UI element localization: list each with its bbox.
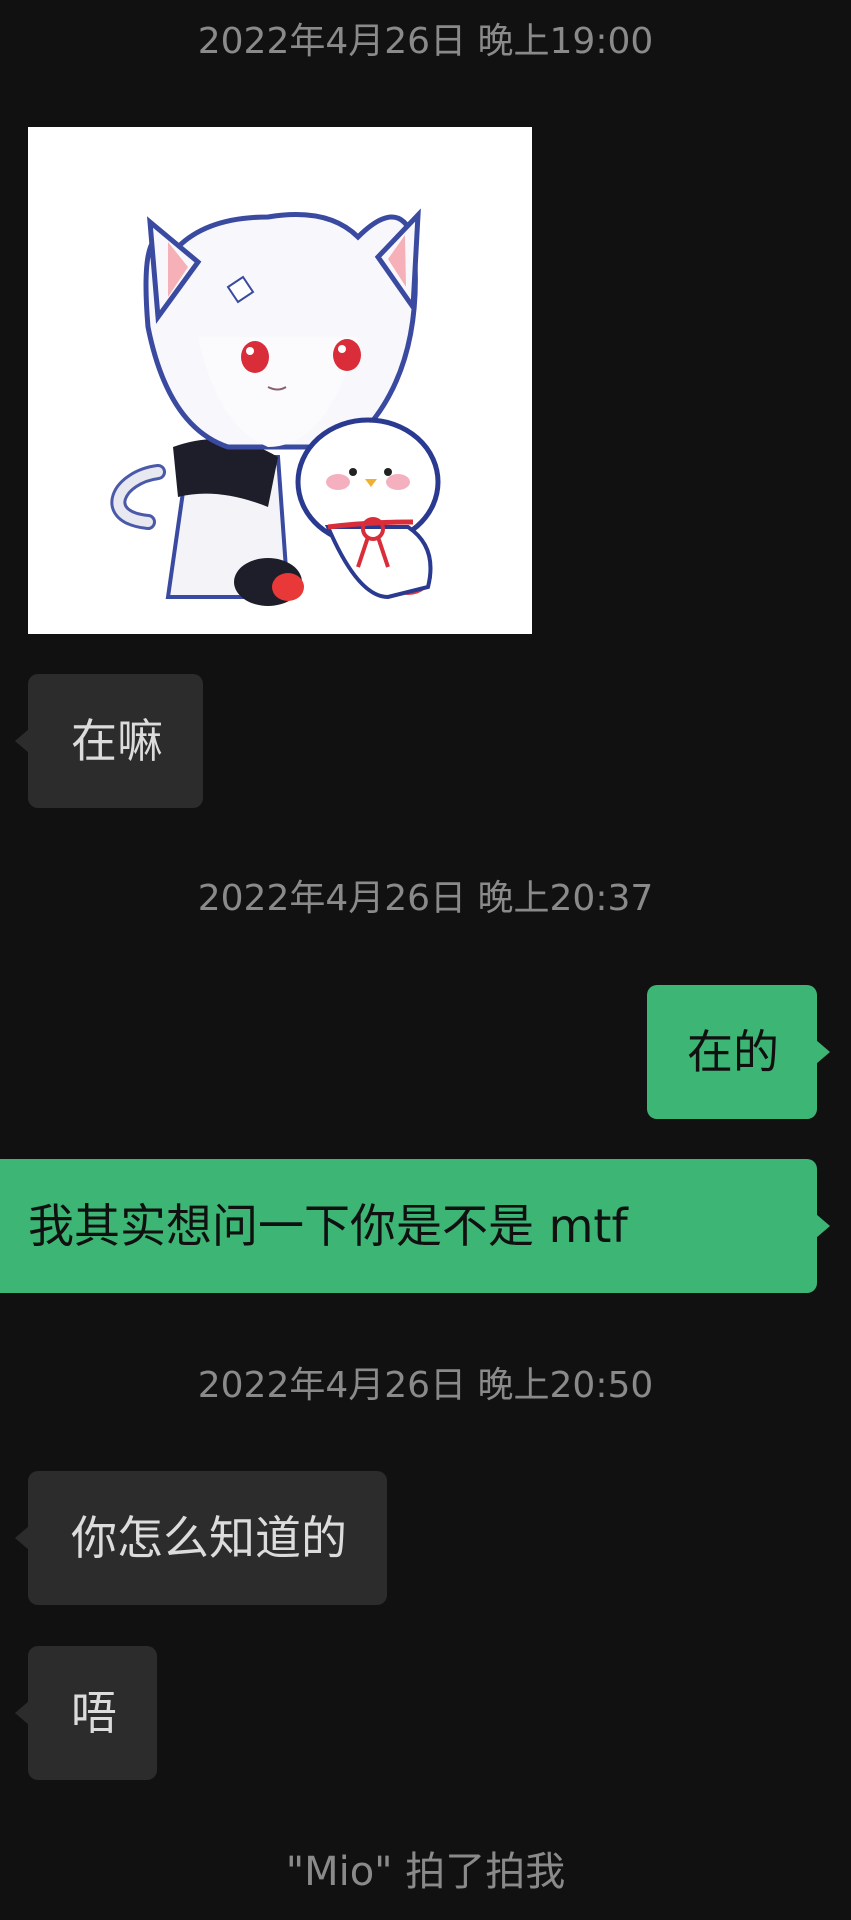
timestamp: 2022年4月26日 晚上19:00 [197,21,654,62]
message-text: 我其实想问一下你是不是 mtf [28,1199,628,1253]
timestamp: 2022年4月26日 晚上20:50 [197,1365,654,1406]
message-text: 唔 [71,1686,117,1740]
message-bubble-outgoing[interactable]: 我其实想问一下你是不是 mtf [0,1159,830,1293]
bubble-tail [15,729,29,753]
message-bubble-outgoing[interactable]: 在的 [647,985,830,1119]
bubble-tail [15,1701,29,1725]
anime-cat-boy-sticker-icon [28,127,532,634]
message-text: 在的 [687,1025,779,1079]
message-bubble-incoming[interactable]: 你怎么知道的 [15,1471,387,1605]
message-text: 你怎么知道的 [71,1511,347,1565]
bubble-tail [816,1214,830,1238]
bubble-tail [816,1040,830,1064]
message-bubble-incoming[interactable]: 唔 [15,1646,157,1780]
message-text: 在嘛 [71,714,163,768]
sticker-image[interactable] [28,127,532,634]
pat-notice: "Mio" 拍了拍我 [285,1849,566,1895]
timestamp: 2022年4月26日 晚上20:37 [197,878,654,919]
message-bubble-incoming[interactable]: 在嘛 [15,674,203,808]
bubble-tail [15,1526,29,1550]
